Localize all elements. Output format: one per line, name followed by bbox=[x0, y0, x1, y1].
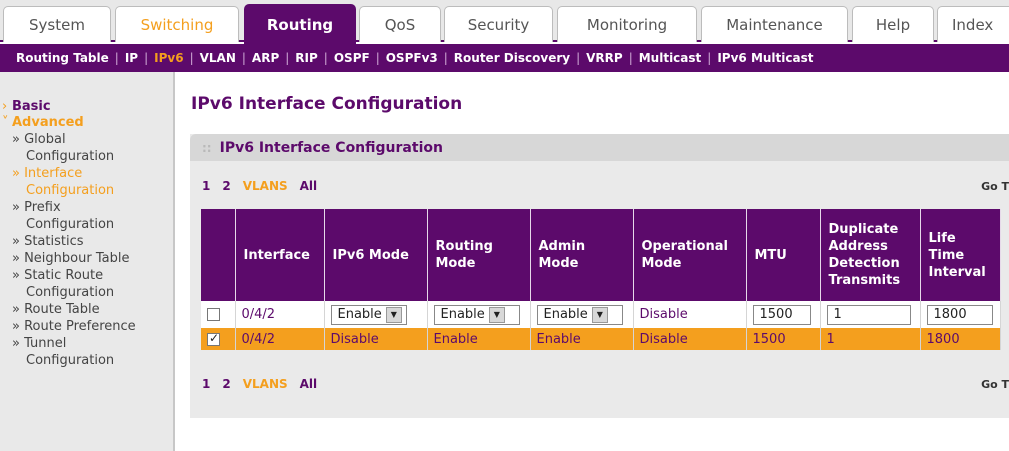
col-ipv6-mode: IPv6 Mode bbox=[324, 209, 428, 301]
chevron-down-icon: ˅ bbox=[2, 115, 9, 130]
pager-top: 1 2 VLANS All Go T bbox=[190, 176, 1009, 196]
panel-header: :: IPv6 Interface Configuration bbox=[190, 134, 1009, 161]
sub-nav: Routing Table | IP | IPv6 | VLAN | ARP | RIP |… bbox=[0, 44, 1009, 72]
row-select-cell bbox=[201, 328, 236, 350]
goto-label: Go T bbox=[981, 179, 1009, 193]
life-time-cell: 1800 bbox=[920, 301, 1001, 328]
sidebar-item-statistics[interactable]: » Statistics bbox=[0, 233, 173, 250]
tab-index[interactable]: Index bbox=[937, 6, 1009, 42]
row-routing-mode: Enable bbox=[427, 328, 531, 350]
subnav-ip[interactable]: IP bbox=[119, 51, 144, 65]
row-checkbox[interactable] bbox=[207, 331, 220, 346]
all-link[interactable]: All bbox=[300, 377, 318, 391]
tab-switching[interactable]: Switching bbox=[115, 6, 239, 42]
tab-maintenance[interactable]: Maintenance bbox=[701, 6, 848, 42]
row-operational-mode: Disable bbox=[633, 328, 747, 350]
row-admin-mode: Enable bbox=[530, 328, 634, 350]
sidebar-advanced[interactable]: ˅ Advanced bbox=[0, 115, 173, 131]
table-edit-row: 0/4/2 Enable ▼ Enable ▼ Enable ▼ Disable 15… bbox=[201, 301, 1001, 328]
sidebar-item-route-table[interactable]: » Route Table bbox=[0, 301, 173, 318]
subnav-arp[interactable]: ARP bbox=[246, 51, 285, 65]
table-header-row: Interface IPv6 Mode Routing Mode Admin M… bbox=[201, 209, 1001, 301]
sidebar-item-prefix-configuration[interactable]: » Prefix Configuration bbox=[0, 199, 173, 233]
subnav-ospf[interactable]: OSPF bbox=[328, 51, 376, 65]
subnav-routing-table[interactable]: Routing Table bbox=[10, 51, 115, 65]
sidebar-item-global-configuration[interactable]: » Global Configuration bbox=[0, 131, 173, 165]
ipv6-mode-select[interactable]: Enable ▼ bbox=[330, 304, 407, 325]
sidebar-item-interface-configuration[interactable]: » Interface Configuration bbox=[0, 165, 173, 199]
dropdown-arrow-icon: ▼ bbox=[488, 306, 505, 323]
tab-qos[interactable]: QoS bbox=[359, 6, 441, 42]
mtu-input[interactable]: 1500 bbox=[752, 304, 811, 325]
row-ipv6-mode: Disable bbox=[324, 328, 428, 350]
sidebar-basic[interactable]: › Basic bbox=[0, 99, 173, 115]
tab-routing[interactable]: Routing bbox=[244, 4, 356, 44]
page-1-link[interactable]: 1 bbox=[202, 377, 210, 391]
sidebar-item-static-route-configuration[interactable]: » Static Route Configuration bbox=[0, 267, 173, 301]
col-dad-transmits: Duplicate Address Detection Transmits bbox=[820, 209, 921, 301]
page-1-link[interactable]: 1 bbox=[202, 179, 210, 193]
sidebar-item-route-preference[interactable]: » Route Preference bbox=[0, 318, 173, 335]
all-link[interactable]: All bbox=[300, 179, 318, 193]
page-title: IPv6 Interface Configuration bbox=[191, 94, 463, 114]
sidebar-item-tunnel-configuration[interactable]: » Tunnel Configuration bbox=[0, 335, 173, 369]
subnav-ipv6[interactable]: IPv6 bbox=[148, 51, 189, 65]
row-mtu: 1500 bbox=[746, 328, 821, 350]
subnav-router-discovery[interactable]: Router Discovery bbox=[448, 51, 576, 65]
life-time-input[interactable]: 1800 bbox=[926, 304, 993, 325]
routing-mode-cell: Enable ▼ bbox=[427, 301, 531, 328]
col-interface: Interface bbox=[235, 209, 325, 301]
tab-system[interactable]: System bbox=[3, 6, 111, 42]
subnav-ospfv3[interactable]: OSPFv3 bbox=[380, 51, 444, 65]
routing-mode-select[interactable]: Enable ▼ bbox=[433, 304, 520, 325]
ipv6-interface-table: Interface IPv6 Mode Routing Mode Admin M… bbox=[201, 209, 1001, 350]
dad-transmits-input[interactable]: 1 bbox=[826, 304, 911, 325]
pager-bottom: 1 2 VLANS All Go T bbox=[190, 374, 1009, 394]
edit-row-operational-mode: Disable bbox=[633, 301, 747, 328]
vlans-link[interactable]: VLANS bbox=[243, 377, 288, 391]
table-row[interactable]: 0/4/2 Disable Enable Enable Disable 1500… bbox=[201, 328, 1001, 350]
subnav-ipv6-multicast[interactable]: IPv6 Multicast bbox=[711, 51, 819, 65]
page-2-link[interactable]: 2 bbox=[222, 179, 230, 193]
subnav-vlan[interactable]: VLAN bbox=[194, 51, 242, 65]
mtu-cell: 1500 bbox=[746, 301, 821, 328]
vlans-link[interactable]: VLANS bbox=[243, 179, 288, 193]
col-mtu: MTU bbox=[746, 209, 821, 301]
admin-mode-select[interactable]: Enable ▼ bbox=[536, 304, 623, 325]
col-life-time-interval: Life Time Interval bbox=[920, 209, 1001, 301]
dad-cell: 1 bbox=[820, 301, 921, 328]
edit-row-select-cell bbox=[201, 301, 236, 328]
goto-label: Go T bbox=[981, 377, 1009, 391]
grip-icon: :: bbox=[202, 140, 212, 155]
subnav-rip[interactable]: RIP bbox=[289, 51, 324, 65]
dropdown-arrow-icon: ▼ bbox=[591, 306, 608, 323]
top-nav: System Switching Routing QoS Security Mo… bbox=[0, 0, 1009, 44]
chevron-right-icon: › bbox=[2, 99, 8, 114]
panel-title: IPv6 Interface Configuration bbox=[219, 139, 443, 156]
ipv6-mode-cell: Enable ▼ bbox=[324, 301, 428, 328]
col-select bbox=[201, 209, 236, 301]
col-routing-mode: Routing Mode bbox=[427, 209, 531, 301]
tab-monitoring[interactable]: Monitoring bbox=[557, 6, 697, 42]
subnav-vrrp[interactable]: VRRP bbox=[580, 51, 629, 65]
col-operational-mode: Operational Mode bbox=[633, 209, 747, 301]
page-2-link[interactable]: 2 bbox=[222, 377, 230, 391]
admin-mode-cell: Enable ▼ bbox=[530, 301, 634, 328]
tab-security[interactable]: Security bbox=[444, 6, 553, 42]
edit-row-interface: 0/4/2 bbox=[235, 301, 325, 328]
sidebar-item-neighbour-table[interactable]: » Neighbour Table bbox=[0, 250, 173, 267]
sidebar: › Basic ˅ Advanced » Global Configuration »… bbox=[0, 72, 175, 451]
row-dad-transmits: 1 bbox=[820, 328, 921, 350]
tab-help[interactable]: Help bbox=[852, 6, 934, 42]
dropdown-arrow-icon: ▼ bbox=[385, 306, 402, 323]
col-admin-mode: Admin Mode bbox=[530, 209, 634, 301]
row-interface: 0/4/2 bbox=[235, 328, 325, 350]
edit-row-checkbox[interactable] bbox=[207, 308, 220, 321]
subnav-multicast[interactable]: Multicast bbox=[633, 51, 708, 65]
config-panel: :: IPv6 Interface Configuration 1 2 VLAN… bbox=[190, 134, 1009, 418]
row-life-time: 1800 bbox=[920, 328, 1001, 350]
